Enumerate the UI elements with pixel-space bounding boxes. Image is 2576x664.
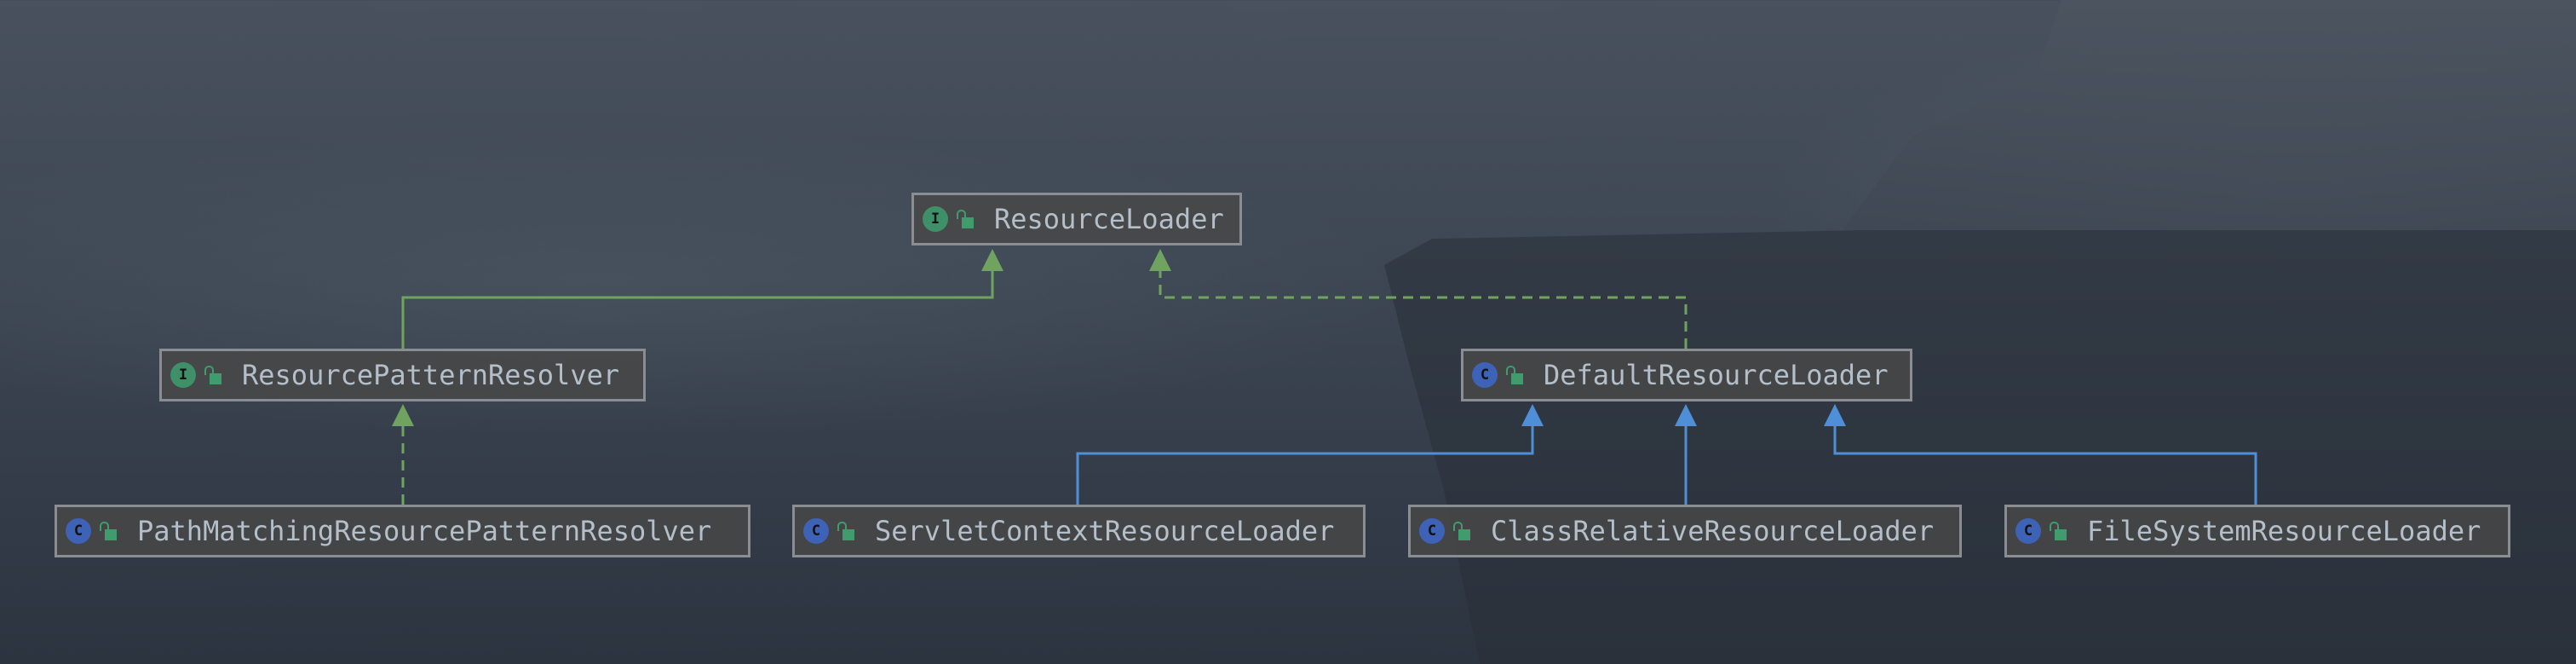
node-label: ResourcePatternResolver <box>242 359 620 391</box>
node-path-matching-resource-pattern-resolver[interactable]: C PathMatchingResourcePatternResolver <box>55 505 750 557</box>
arrowhead <box>392 404 414 426</box>
class-icon: C <box>66 518 91 544</box>
node-default-resource-loader[interactable]: C DefaultResourceLoader <box>1461 349 1912 401</box>
node-resource-pattern-resolver[interactable]: I ResourcePatternResolver <box>159 349 646 401</box>
interface-icon: I <box>170 362 196 388</box>
public-lock-icon <box>957 208 975 230</box>
public-lock-icon <box>1453 520 1472 542</box>
public-lock-icon <box>204 364 223 386</box>
arrowhead <box>1149 249 1171 271</box>
class-icon: C <box>803 518 829 544</box>
public-lock-icon <box>837 520 856 542</box>
arrowhead <box>981 249 1003 271</box>
edge-drl-implements-rl <box>1159 256 1688 349</box>
class-icon: C <box>1419 518 1445 544</box>
edge-rpr-extends-rl <box>401 256 994 349</box>
arrowhead <box>1824 404 1846 426</box>
node-label: ServletContextResourceLoader <box>875 515 1335 547</box>
public-lock-icon <box>2050 520 2068 542</box>
node-servlet-context-resource-loader[interactable]: C ServletContextResourceLoader <box>792 505 1366 557</box>
node-resource-loader[interactable]: I ResourceLoader <box>911 193 1242 245</box>
node-class-relative-resource-loader[interactable]: C ClassRelativeResourceLoader <box>1408 505 1962 557</box>
class-icon: C <box>1472 362 1498 388</box>
interface-icon: I <box>923 206 948 232</box>
node-label: DefaultResourceLoader <box>1544 359 1889 391</box>
edge-servlet-extends-drl <box>1076 411 1534 505</box>
node-label: FileSystemResourceLoader <box>2087 515 2481 547</box>
node-label: ClassRelativeResourceLoader <box>1491 515 1935 547</box>
class-icon: C <box>2015 518 2041 544</box>
node-file-system-resource-loader[interactable]: C FileSystemResourceLoader <box>2004 505 2510 557</box>
node-label: PathMatchingResourcePatternResolver <box>137 515 712 547</box>
arrowhead <box>1521 404 1544 426</box>
edge-filesys-extends-drl <box>1833 411 2257 505</box>
node-label: ResourceLoader <box>994 203 1224 235</box>
relationship-lines <box>392 249 2257 505</box>
public-lock-icon <box>1506 364 1525 386</box>
arrowhead <box>1675 404 1697 426</box>
public-lock-icon <box>100 520 118 542</box>
